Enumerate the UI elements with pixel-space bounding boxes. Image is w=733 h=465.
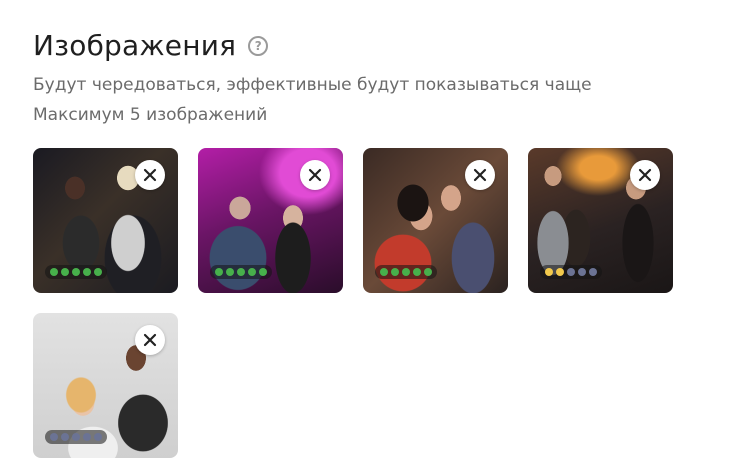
rating-dot <box>215 268 223 276</box>
rating-dot <box>402 268 410 276</box>
remove-image-button[interactable] <box>630 160 660 190</box>
rating-dot <box>50 268 58 276</box>
rating-dot <box>50 433 58 441</box>
image-tile[interactable] <box>198 148 343 293</box>
rating-indicator <box>210 265 272 279</box>
image-tile[interactable] <box>33 313 178 458</box>
rating-dot <box>578 268 586 276</box>
close-icon <box>473 168 487 182</box>
max-images-hint: Максимум 5 изображений <box>33 105 268 125</box>
rating-dot <box>567 268 575 276</box>
remove-image-button[interactable] <box>135 325 165 355</box>
rating-dot <box>589 268 597 276</box>
rating-dot <box>94 433 102 441</box>
remove-image-button[interactable] <box>465 160 495 190</box>
section-title: Изображения <box>33 29 237 62</box>
close-icon <box>308 168 322 182</box>
rating-indicator <box>45 430 107 444</box>
remove-image-button[interactable] <box>135 160 165 190</box>
rating-dot <box>83 268 91 276</box>
rating-dot <box>61 268 69 276</box>
rating-dot <box>237 268 245 276</box>
rating-dot <box>61 433 69 441</box>
images-section: Изображения ? Будут чередоваться, эффект… <box>0 0 733 465</box>
heading-row: Изображения ? <box>33 28 269 64</box>
image-tile[interactable] <box>363 148 508 293</box>
rating-dot <box>72 268 80 276</box>
rating-dot <box>424 268 432 276</box>
image-tile[interactable] <box>33 148 178 293</box>
close-icon <box>638 168 652 182</box>
image-tile[interactable] <box>528 148 673 293</box>
rating-dot <box>391 268 399 276</box>
rating-dot <box>413 268 421 276</box>
rating-dot <box>226 268 234 276</box>
rating-dot <box>556 268 564 276</box>
rating-dot <box>545 268 553 276</box>
close-icon <box>143 333 157 347</box>
rating-dot <box>380 268 388 276</box>
rating-dot <box>72 433 80 441</box>
rating-indicator <box>375 265 437 279</box>
rating-indicator <box>45 265 107 279</box>
rating-dot <box>248 268 256 276</box>
rating-dot <box>83 433 91 441</box>
rotation-hint: Будут чередоваться, эффективные будут по… <box>33 75 592 95</box>
close-icon <box>143 168 157 182</box>
question-circle-icon[interactable]: ? <box>248 36 269 56</box>
rating-indicator <box>540 265 602 279</box>
rating-dot <box>259 268 267 276</box>
rating-dot <box>94 268 102 276</box>
remove-image-button[interactable] <box>300 160 330 190</box>
